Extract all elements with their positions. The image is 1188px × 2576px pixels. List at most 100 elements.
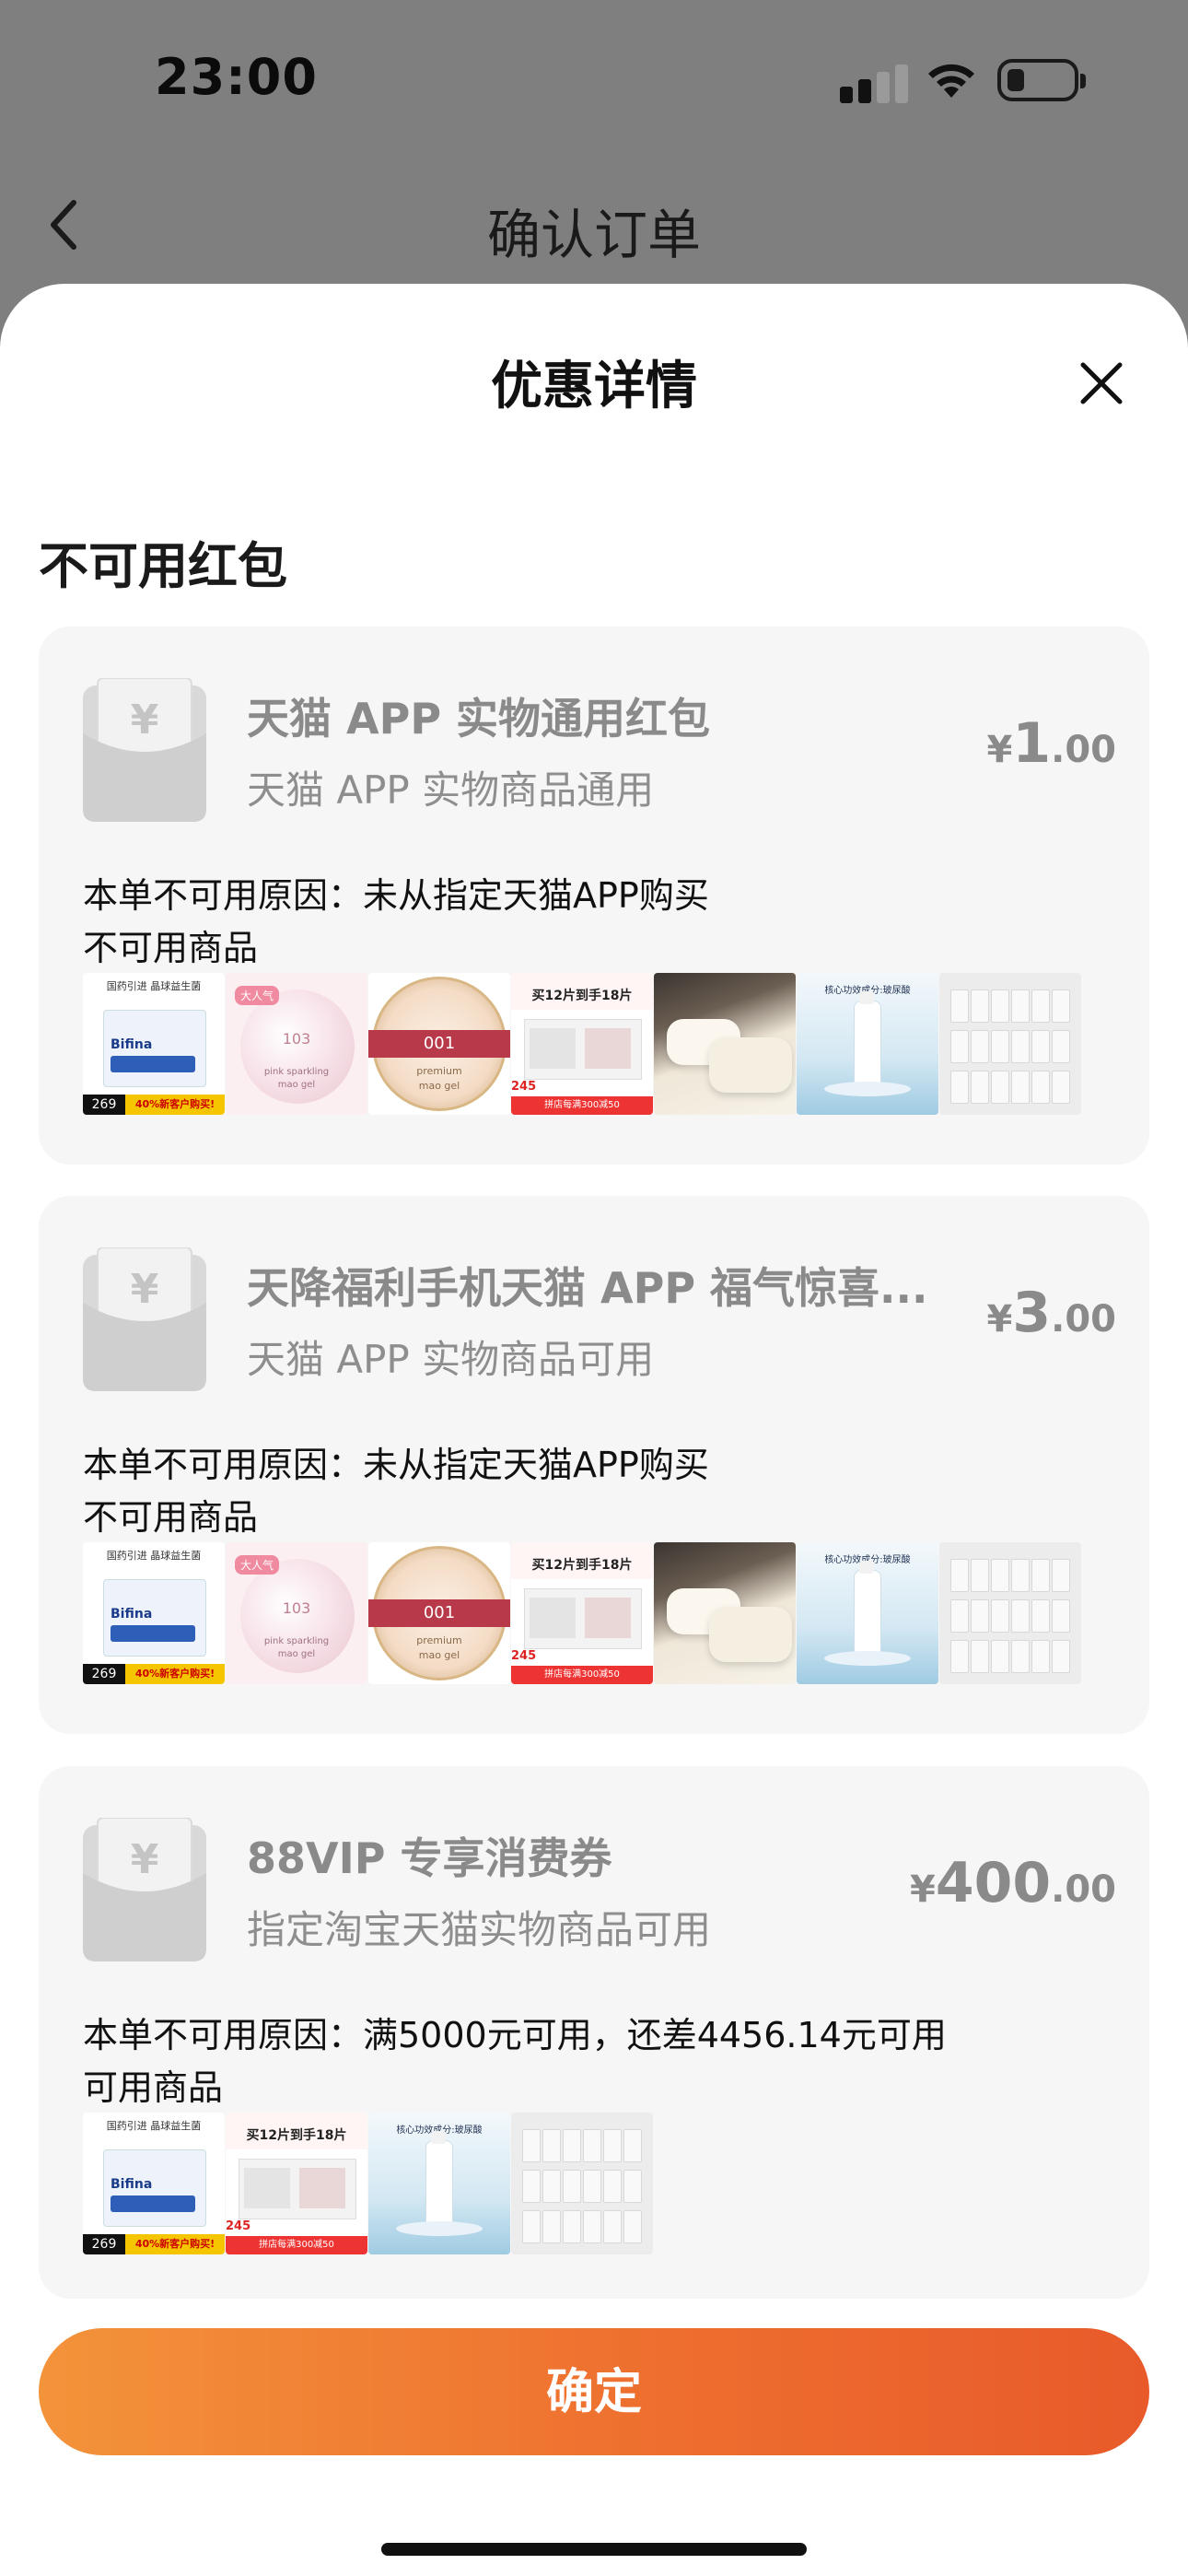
coupon-amount: ¥1.00 (987, 711, 1116, 776)
red-envelope-icon: ¥ (83, 1247, 206, 1391)
nav-title: 确认订单 (486, 204, 701, 266)
thumb-text: mao gel (277, 1649, 316, 1659)
coupon-subtitle: 天猫 APP 实物商品通用 (247, 767, 655, 813)
wifi-icon (928, 64, 974, 98)
amount-integer: 3 (1012, 1281, 1052, 1345)
thumb-text: mao gel (418, 1649, 460, 1661)
coupon-card: ¥ 天降福利手机天猫 APP 福气惊喜... 天猫 APP 实物商品可用 ¥3.… (39, 1196, 1149, 1734)
coupon-title: 88VIP 专享消费券 (247, 1833, 612, 1883)
unavailable-reason: 本单不可用原因：未从指定天猫APP购买 (83, 1445, 709, 1485)
thumb-text: mao gel (418, 1080, 460, 1092)
coupon-subtitle: 天猫 APP 实物商品可用 (247, 1337, 655, 1382)
thumb-text: 买12片到手18片 (531, 989, 633, 1003)
thumb-text: 245 (511, 1080, 537, 1094)
thumb-text: pink sparkling (263, 1636, 330, 1646)
thumb-text: 买12片到手18片 (246, 2128, 347, 2143)
product-thumbnail[interactable] (939, 1542, 1081, 1684)
thumb-text: pink sparkling (263, 1067, 330, 1077)
product-thumbnail[interactable] (939, 973, 1081, 1115)
thumb-text: 269 (83, 2234, 125, 2254)
amount-decimal: .00 (1051, 1868, 1116, 1911)
red-envelope-icon: ¥ (83, 1818, 206, 1961)
thumb-text: 40%新客户购买! (125, 1095, 225, 1115)
thumb-text: 拼店每满300减50 (226, 2236, 367, 2254)
close-icon[interactable] (1076, 357, 1127, 409)
home-indicator (381, 2543, 807, 2556)
nav-bar: 确认订单 (0, 175, 1188, 267)
product-thumbnail[interactable]: 001 premium mao gel (368, 1542, 510, 1684)
coupon-card: ¥ 天猫 APP 实物通用红包 天猫 APP 实物商品通用 ¥1.00 本单不可… (39, 626, 1149, 1165)
product-thumbnail[interactable] (654, 973, 796, 1115)
amount-decimal: .00 (1051, 729, 1116, 771)
product-thumbnail[interactable]: 国药引进 晶球益生菌 Bifina 269 40%新客户购买! (83, 2113, 225, 2254)
products-label: 可用商品 (83, 2067, 224, 2108)
unavailable-reason: 本单不可用原因：未从指定天猫APP购买 (83, 875, 709, 916)
svg-text:¥: ¥ (131, 1266, 159, 1313)
thumb-text: 269 (83, 1095, 125, 1115)
status-time: 23:00 (155, 48, 318, 106)
thumb-text: 买12片到手18片 (531, 1558, 633, 1573)
thumb-text: 103 (282, 1599, 311, 1617)
unavailable-reason: 本单不可用原因：满5000元可用，还差4456.14元可用 (83, 2015, 947, 2055)
coupon-amount: ¥400.00 (910, 1851, 1116, 1915)
coupon-subtitle: 指定淘宝天猫实物商品可用 (247, 1907, 712, 1952)
sheet-title: 优惠详情 (491, 357, 697, 416)
currency-symbol: ¥ (910, 1868, 936, 1911)
thumb-text: mao gel (277, 1080, 316, 1090)
product-thumbnail[interactable]: 核心功效成分:玻尿酸 (797, 1542, 938, 1684)
product-thumbnail[interactable] (654, 1542, 796, 1684)
signal-icon (840, 64, 914, 103)
product-thumbnail[interactable]: 国药引进 晶球益生菌 Bifina 269 40%新客户购买! (83, 973, 225, 1115)
thumb-text: 大人气 (235, 1555, 280, 1575)
confirm-button[interactable]: 确定 (39, 2328, 1149, 2455)
thumb-text: 拼店每满300减50 (511, 1096, 653, 1115)
product-thumbnail[interactable]: 买12片到手18片 245 拼店每满300减50 (226, 2113, 367, 2254)
product-thumbnail[interactable]: 买12片到手18片 245 拼店每满300减50 (511, 1542, 653, 1684)
product-thumbnail[interactable]: 买12片到手18片 245 拼店每满300减50 (511, 973, 653, 1115)
product-thumbnail[interactable]: 001 premium mao gel (368, 973, 510, 1115)
thumb-text: 245 (226, 2219, 251, 2233)
products-label: 不可用商品 (83, 1497, 259, 1538)
thumb-text: premium (416, 1634, 462, 1646)
coupon-title: 天猫 APP 实物通用红包 (247, 694, 711, 744)
thumb-text: 大人气 (235, 986, 280, 1005)
thumb-text: 国药引进 晶球益生菌 (106, 2120, 202, 2132)
currency-symbol: ¥ (986, 729, 1013, 771)
product-thumbnail[interactable] (511, 2113, 653, 2254)
coupon-title: 天降福利手机天猫 APP 福气惊喜... (247, 1263, 928, 1313)
product-thumbnail[interactable]: 核心功效成分:玻尿酸 (368, 2113, 510, 2254)
amount-integer: 1 (1012, 711, 1052, 776)
thumb-text: 国药引进 晶球益生菌 (106, 980, 202, 992)
product-thumbnails: 国药引进 晶球益生菌 Bifina 269 40%新客户购买! 买12片到手18… (83, 2113, 654, 2256)
product-thumbnail[interactable]: 大人气 103 pink sparkling mao gel (226, 1542, 367, 1684)
thumb-text: Bifina (111, 2177, 153, 2192)
product-thumbnail[interactable]: 国药引进 晶球益生菌 Bifina 269 40%新客户购买! (83, 1542, 225, 1684)
products-label: 不可用商品 (83, 928, 259, 968)
thumb-text: Bifina (111, 1037, 153, 1052)
battery-icon (997, 59, 1086, 101)
svg-text:¥: ¥ (131, 697, 159, 744)
thumb-text: 拼店每满300减50 (511, 1666, 653, 1684)
currency-symbol: ¥ (986, 1298, 1013, 1341)
section-title: 不可用红包 (39, 537, 287, 595)
coupon-amount: ¥3.00 (987, 1281, 1116, 1345)
product-thumbnails: 国药引进 晶球益生菌 Bifina 269 40%新客户购买! 大人气 103 … (83, 973, 1082, 1117)
thumb-text: 245 (511, 1649, 537, 1663)
thumb-text: 国药引进 晶球益生菌 (106, 1550, 202, 1562)
coupon-card: ¥ 88VIP 专享消费券 指定淘宝天猫实物商品可用 ¥400.00 本单不可用… (39, 1766, 1149, 2299)
product-thumbnail[interactable]: 核心功效成分:玻尿酸 (797, 973, 938, 1115)
product-thumbnail[interactable]: 大人气 103 pink sparkling mao gel (226, 973, 367, 1115)
thumb-text: 40%新客户购买! (125, 2234, 225, 2254)
red-envelope-icon: ¥ (83, 678, 206, 822)
product-thumbnails: 国药引进 晶球益生菌 Bifina 269 40%新客户购买! 大人气 103 … (83, 1542, 1082, 1686)
amount-integer: 400 (935, 1851, 1052, 1915)
thumb-text: premium (416, 1065, 462, 1077)
thumb-text: Bifina (111, 1607, 153, 1622)
thumb-text: 103 (282, 1030, 311, 1048)
thumb-text: 001 (423, 1603, 456, 1622)
svg-text:¥: ¥ (131, 1836, 159, 1883)
thumb-text: 001 (423, 1034, 456, 1053)
thumb-text: 40%新客户购买! (125, 1664, 225, 1684)
amount-decimal: .00 (1051, 1298, 1116, 1341)
status-bar: 23:00 (0, 0, 1188, 157)
